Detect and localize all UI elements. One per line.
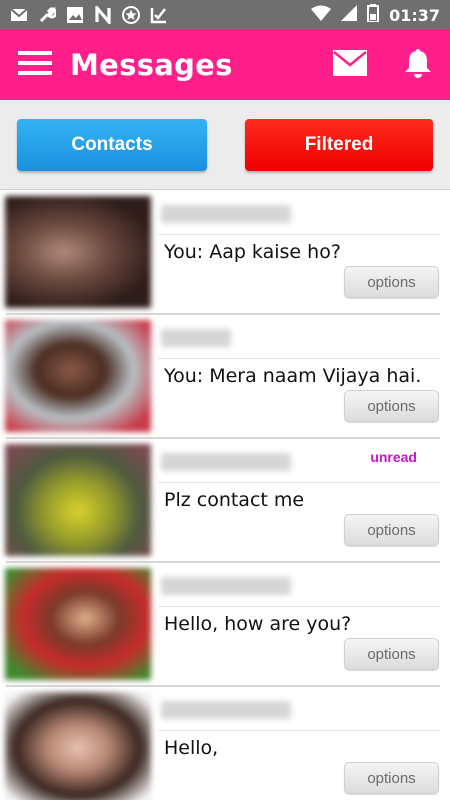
conversation-row[interactable]: You: Aap kaise ho? options	[0, 191, 450, 315]
conversation-row[interactable]: Hello, how are you? options	[0, 563, 450, 687]
message-preview: You: Aap kaise ho?	[164, 241, 341, 263]
app-bar: Messages	[0, 30, 450, 100]
system-status: 01:37	[311, 4, 440, 26]
tab-filtered[interactable]: Filtered	[245, 118, 433, 171]
n-icon	[94, 6, 112, 24]
avatar[interactable]	[5, 568, 151, 680]
row-divider	[158, 730, 440, 731]
message-preview: You: Mera naam Vijaya hai.	[164, 365, 422, 387]
conversation-row[interactable]: Hello, options	[0, 687, 450, 800]
contact-name-blurred	[161, 205, 291, 223]
tab-bar: Contacts Filtered	[0, 100, 450, 190]
unread-badge: unread	[370, 449, 417, 465]
status-time: 01:37	[389, 5, 440, 25]
avatar[interactable]	[5, 692, 151, 800]
message-preview: Hello, how are you?	[164, 613, 352, 635]
contact-name-blurred	[161, 701, 291, 719]
avatar[interactable]	[5, 320, 151, 432]
conversation-row[interactable]: You: Mera naam Vijaya hai. options	[0, 315, 450, 439]
avatar[interactable]	[5, 196, 151, 308]
message-preview: Hello,	[164, 737, 219, 759]
row-divider	[158, 358, 440, 359]
avatar[interactable]	[5, 444, 151, 556]
bell-icon[interactable]	[404, 48, 432, 83]
options-button[interactable]: options	[344, 390, 439, 422]
options-button[interactable]: options	[344, 762, 439, 794]
notification-icons	[10, 6, 168, 24]
contact-name-blurred	[161, 453, 291, 471]
mail-icon	[10, 6, 28, 24]
conversation-list: You: Aap kaise ho? options You: Mera naa…	[0, 191, 450, 800]
row-divider	[158, 234, 440, 235]
star-icon	[122, 6, 140, 24]
wifi-icon	[311, 5, 332, 25]
message-preview: Plz contact me	[164, 489, 305, 511]
contact-name-blurred	[161, 329, 231, 347]
conversation-row[interactable]: unread Plz contact me options	[0, 439, 450, 563]
options-button[interactable]: options	[344, 638, 439, 670]
signal-icon	[341, 5, 358, 25]
hamburger-menu-icon[interactable]	[18, 49, 52, 82]
battery-icon	[367, 4, 380, 26]
checkmark-icon	[150, 6, 168, 24]
tab-contacts[interactable]: Contacts	[17, 118, 207, 171]
mail-icon[interactable]	[332, 49, 368, 82]
image-icon	[66, 6, 84, 24]
row-divider	[158, 482, 440, 483]
options-button[interactable]: options	[344, 514, 439, 546]
status-bar: 01:37	[0, 0, 450, 30]
wrench-icon	[38, 6, 56, 24]
options-button[interactable]: options	[344, 266, 439, 298]
page-title: Messages	[70, 48, 233, 82]
contact-name-blurred	[161, 577, 291, 595]
row-divider	[158, 606, 440, 607]
